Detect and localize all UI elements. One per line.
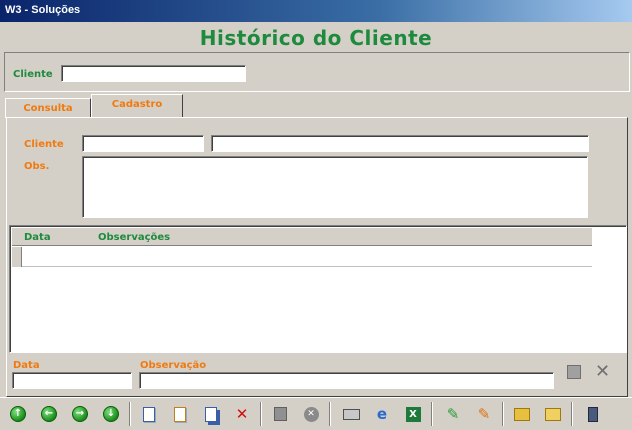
- observacao-label: Observação: [140, 360, 207, 371]
- cliente-header-input[interactable]: [61, 65, 246, 82]
- main-frame: Histórico do Cliente Cliente Consulta Ca…: [2, 22, 630, 397]
- tool-1-icon[interactable]: ✎: [442, 403, 464, 425]
- excel-icon[interactable]: X: [402, 403, 424, 425]
- cliente-header-label: Cliente: [13, 69, 53, 80]
- open-icon[interactable]: [542, 403, 564, 425]
- window-title: W3 - Soluções: [5, 4, 81, 16]
- data-input[interactable]: [12, 372, 132, 389]
- copy-icon[interactable]: [169, 403, 191, 425]
- toolbar-separator: [329, 402, 331, 426]
- cliente-code-input[interactable]: [82, 135, 204, 152]
- duplicate-icon[interactable]: [200, 403, 222, 425]
- clear-entry-icon[interactable]: ✕: [595, 361, 610, 382]
- tab-consulta-label: Consulta: [23, 103, 73, 114]
- bottom-toolbar: ↑ ← → ↓ ✕ ✕ e X ✎ ✎: [0, 397, 632, 430]
- cancel-icon[interactable]: ✕: [300, 403, 322, 425]
- obs-label: Obs.: [24, 161, 50, 172]
- obs-textarea[interactable]: [82, 156, 588, 218]
- editor-panel: Data Observação ✕: [9, 353, 627, 391]
- toolbar-separator: [431, 402, 433, 426]
- page-title: Histórico do Cliente: [199, 26, 433, 50]
- next-record-icon[interactable]: →: [69, 403, 91, 425]
- first-record-icon[interactable]: ↑: [7, 403, 29, 425]
- tab-consulta[interactable]: Consulta: [5, 98, 91, 118]
- save-icon[interactable]: [269, 403, 291, 425]
- toolbar-separator: [502, 402, 504, 426]
- delete-icon[interactable]: ✕: [231, 403, 253, 425]
- previous-record-icon[interactable]: ←: [38, 403, 60, 425]
- save-entry-icon[interactable]: [567, 365, 581, 379]
- table-row[interactable]: [12, 247, 592, 267]
- cliente-form-label: Cliente: [24, 139, 64, 150]
- column-header-data[interactable]: Data: [24, 232, 51, 243]
- toolbar-separator: [571, 402, 573, 426]
- last-record-icon[interactable]: ↓: [100, 403, 122, 425]
- grid-header: Data Observações: [12, 228, 592, 246]
- cliente-name-input[interactable]: [211, 135, 589, 152]
- column-header-observacoes[interactable]: Observações: [98, 232, 170, 243]
- window-titlebar: W3 - Soluções: [0, 0, 632, 22]
- tab-cadastro-label: Cadastro: [111, 99, 163, 110]
- exit-icon[interactable]: [582, 403, 604, 425]
- row-indicator: [12, 247, 22, 267]
- new-icon[interactable]: [138, 403, 160, 425]
- tool-2-icon[interactable]: ✎: [473, 403, 495, 425]
- export-icon[interactable]: [511, 403, 533, 425]
- toolbar-separator: [260, 402, 262, 426]
- data-label: Data: [13, 360, 40, 371]
- tab-cadastro[interactable]: Cadastro: [91, 94, 183, 118]
- toolbar-separator: [129, 402, 131, 426]
- header-panel: Cliente: [4, 52, 630, 92]
- historico-grid[interactable]: Data Observações: [9, 225, 627, 353]
- preview-icon[interactable]: e: [371, 403, 393, 425]
- print-icon[interactable]: [340, 403, 362, 425]
- observacao-input[interactable]: [139, 372, 554, 389]
